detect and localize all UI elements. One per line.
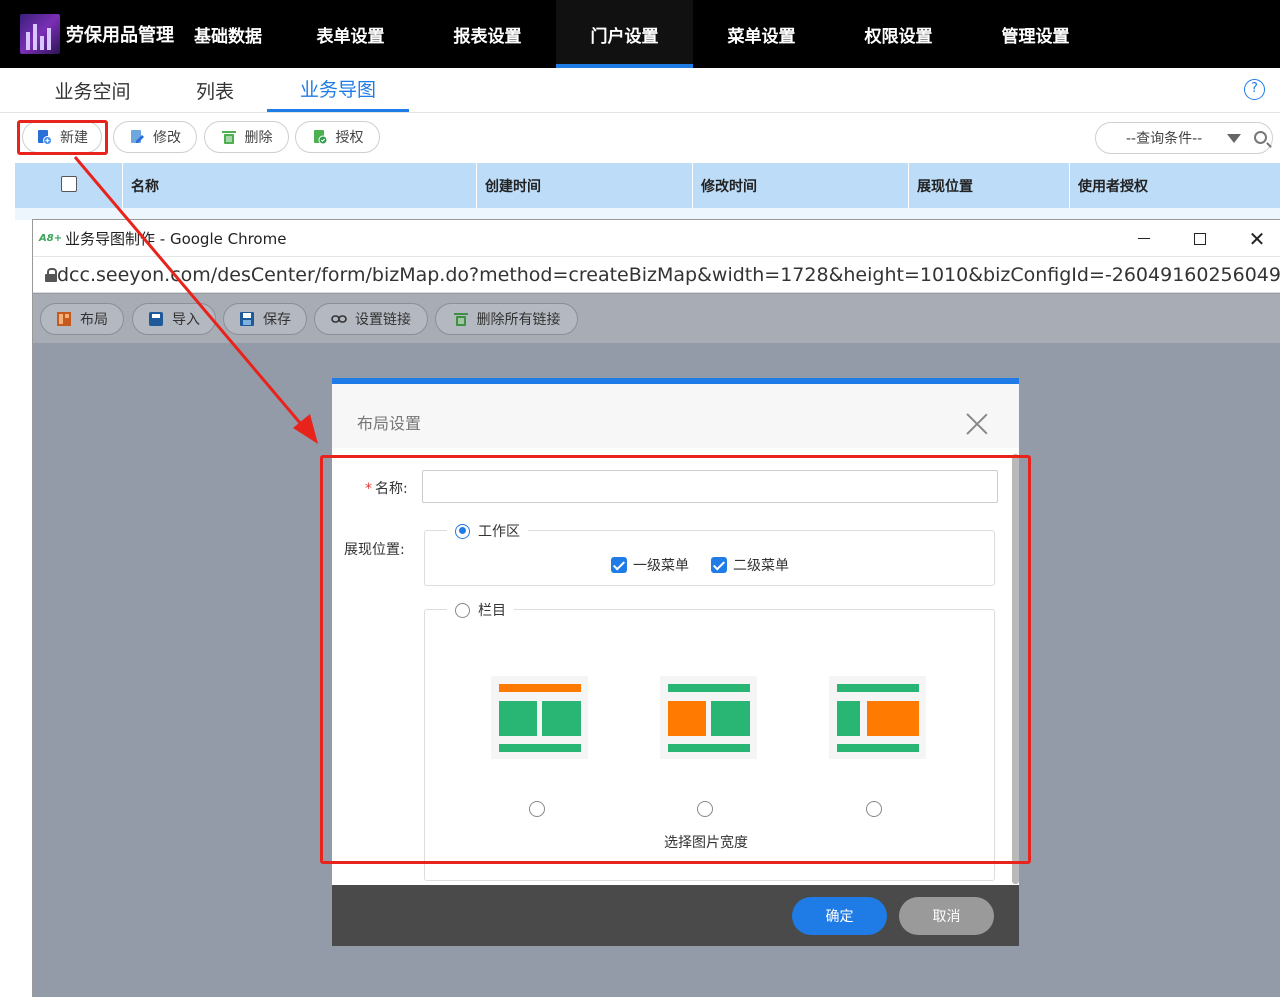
layout-button-label: 布局 <box>80 312 108 328</box>
delete-all-links-button[interactable]: 删除所有链接 <box>435 303 578 335</box>
app-logo-icon <box>20 14 60 54</box>
edit-button-label: 修改 <box>153 130 181 146</box>
annotation-box-dialog <box>320 455 1031 864</box>
list-toolbar: 新建 修改 删除 授权 --查询条件-- <box>0 113 1280 163</box>
save-icon <box>239 311 255 327</box>
nav-item-admin-settings[interactable]: 管理设置 <box>967 0 1104 68</box>
authorize-icon <box>312 129 328 145</box>
window-titlebar: A8+ 业务导图制作 - Google Chrome ✕ <box>33 220 1280 257</box>
column-header-user-auth[interactable]: 使用者授权 <box>1070 163 1280 208</box>
dialog-header: 布局设置 <box>332 384 1019 448</box>
authorize-button-label: 授权 <box>335 130 364 146</box>
help-icon[interactable]: ? <box>1244 79 1265 100</box>
set-link-button[interactable]: 设置链接 <box>314 303 428 335</box>
delete-button-label: 删除 <box>244 130 273 146</box>
column-header-position[interactable]: 展现位置 <box>909 163 1070 208</box>
trash-icon <box>221 129 237 145</box>
import-button-label: 导入 <box>172 312 200 328</box>
tab-list[interactable]: 列表 <box>185 68 245 112</box>
dialog-title: 布局设置 <box>357 414 422 433</box>
layout-button[interactable]: 布局 <box>40 303 124 335</box>
column-header-name[interactable]: 名称 <box>123 163 477 208</box>
column-header-created[interactable]: 创建时间 <box>477 163 693 208</box>
tab-business-map[interactable]: 业务导图 <box>267 68 409 112</box>
edit-icon <box>129 129 145 145</box>
brand[interactable]: 劳保用品管理 <box>0 0 180 68</box>
maximize-icon <box>1194 232 1206 245</box>
column-header-modified[interactable]: 修改时间 <box>693 163 909 208</box>
select-all-checkbox[interactable] <box>61 176 77 192</box>
nav-item-report-settings[interactable]: 报表设置 <box>419 0 556 68</box>
tab-business-space[interactable]: 业务空间 <box>0 68 185 112</box>
save-button[interactable]: 保存 <box>223 303 307 335</box>
import-icon <box>148 311 164 327</box>
nav-item-basic-data[interactable]: 基础数据 <box>180 0 282 68</box>
app-name: 劳保用品管理 <box>66 25 174 46</box>
delete-button[interactable]: 删除 <box>204 121 289 153</box>
cancel-button[interactable]: 取消 <box>899 897 994 935</box>
window-title: 业务导图制作 - Google Chrome <box>65 229 287 248</box>
nav-item-form-settings[interactable]: 表单设置 <box>282 0 419 68</box>
minimize-button[interactable] <box>1116 220 1172 257</box>
search-icon[interactable] <box>1254 131 1267 144</box>
map-toolbar: 布局 导入 保存 设置链接 删除所有链接 <box>33 294 1280 343</box>
maximize-button[interactable] <box>1172 220 1228 257</box>
edit-button[interactable]: 修改 <box>113 121 197 153</box>
top-nav: 劳保用品管理 基础数据 表单设置 报表设置 门户设置 菜单设置 权限设置 管理设… <box>0 0 1280 68</box>
confirm-button[interactable]: 确定 <box>792 897 887 935</box>
chevron-down-icon[interactable] <box>1227 134 1241 143</box>
authorize-button[interactable]: 授权 <box>295 121 380 153</box>
address-bar[interactable]: dcc.seeyon.com/desCenter/form/bizMap.do?… <box>33 257 1280 293</box>
close-icon[interactable] <box>965 412 989 436</box>
nav-item-permission-settings[interactable]: 权限设置 <box>830 0 967 68</box>
layout-icon <box>56 311 72 327</box>
import-button[interactable]: 导入 <box>132 303 216 335</box>
dialog-footer: 确定 取消 <box>332 885 1019 946</box>
delete-all-links-button-label: 删除所有链接 <box>476 312 561 328</box>
query-condition-value: --查询条件-- <box>1126 131 1203 147</box>
query-condition-select[interactable]: --查询条件-- <box>1095 122 1273 154</box>
link-icon <box>331 311 347 327</box>
nav-item-menu-settings[interactable]: 菜单设置 <box>693 0 830 68</box>
annotation-box-new <box>17 120 108 155</box>
table-header: 名称 创建时间 修改时间 展现位置 使用者授权 <box>15 163 1280 208</box>
close-icon: ✕ <box>1248 226 1266 251</box>
save-button-label: 保存 <box>263 312 291 328</box>
trash-icon <box>453 311 469 327</box>
set-link-button-label: 设置链接 <box>355 312 411 328</box>
minimize-icon <box>1138 238 1150 239</box>
sub-tabs: 业务空间 列表 业务导图 ? <box>0 68 1280 113</box>
app-icon: A8+ <box>39 232 63 244</box>
nav-item-portal-settings[interactable]: 门户设置 <box>556 0 693 68</box>
url-text: dcc.seeyon.com/desCenter/form/bizMap.do?… <box>57 263 1280 286</box>
select-all-cell <box>15 163 123 208</box>
close-window-button[interactable]: ✕ <box>1229 220 1280 257</box>
